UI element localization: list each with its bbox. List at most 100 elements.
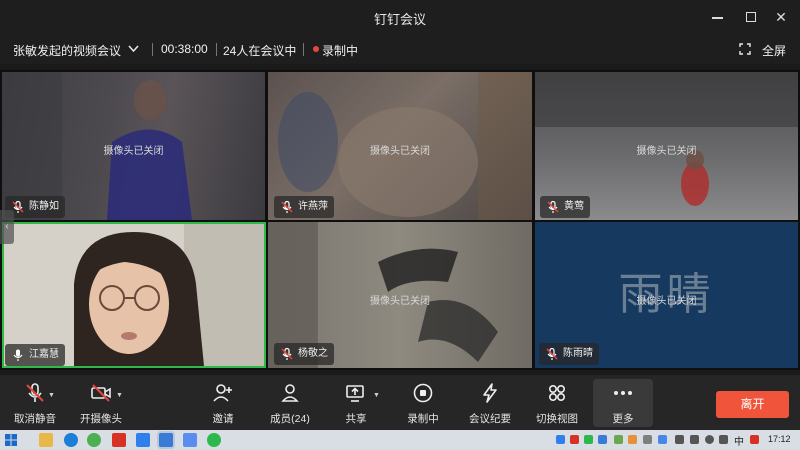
camera-off-label: 摄像头已关闭 xyxy=(636,146,697,157)
minimize-button[interactable] xyxy=(708,7,728,27)
fullscreen-button[interactable]: 全屏 xyxy=(762,42,786,59)
meeting-minutes-button[interactable]: 会议纪要 xyxy=(455,379,525,427)
windows-start-icon[interactable] xyxy=(5,434,17,446)
participant-name-tag: 陈雨晴 xyxy=(539,343,599,365)
camera-off-label: 摄像头已关闭 xyxy=(636,296,697,307)
more-button[interactable]: 更多 xyxy=(593,379,653,427)
more-label: 更多 xyxy=(612,413,634,425)
tray-icon[interactable] xyxy=(556,435,565,444)
mic-muted-icon xyxy=(281,200,293,213)
participant-name: 许燕萍 xyxy=(298,201,328,212)
dingtalk-icon[interactable] xyxy=(159,433,173,447)
recording-label: 录制中 xyxy=(407,413,439,425)
chevron-left-icon: ‹ xyxy=(5,221,9,232)
meeting-timer: 00:38:00 xyxy=(161,42,208,56)
tray-icon[interactable] xyxy=(598,435,607,444)
tray-icon[interactable] xyxy=(584,435,593,444)
input-method-indicator[interactable]: 中 xyxy=(734,433,744,448)
minimize-icon xyxy=(712,17,723,19)
mic-muted-icon xyxy=(26,383,44,402)
meeting-minutes-label: 会议纪要 xyxy=(469,413,511,425)
wifi-icon[interactable] xyxy=(705,435,714,444)
caret-down-icon[interactable]: ▼ xyxy=(48,392,55,399)
window-title: 钉钉会议 xyxy=(373,12,426,27)
volume-icon[interactable] xyxy=(719,435,728,444)
caret-down-icon[interactable]: ▼ xyxy=(373,392,380,399)
chrome-icon[interactable] xyxy=(87,433,101,447)
video-tile[interactable]: 摄像头已关闭 许燕萍 xyxy=(268,72,532,220)
video-tile[interactable]: 摄像头已关闭 陈静如 xyxy=(2,72,265,220)
close-icon: ✕ xyxy=(775,9,787,25)
tray-icon[interactable] xyxy=(675,435,684,444)
meeting-info-bar: 张敏发起的视频会议 00:38:00 24人在会议中 录制中 全屏 xyxy=(0,34,800,64)
video-tile[interactable]: 摄像头已关闭 杨敬之 xyxy=(268,222,532,368)
tray-icon[interactable] xyxy=(658,435,667,444)
recording-dot-icon xyxy=(313,46,319,52)
meeting-toolbar: ▼ 取消静音 ▼ 开摄像头 邀请 成员(24) ▼ 共享 录制中 会议纪要 切换… xyxy=(0,375,800,430)
ie-browser-icon[interactable] xyxy=(64,433,78,447)
participant-name-tag: 杨敬之 xyxy=(274,343,334,365)
screen-share-icon xyxy=(346,385,364,402)
video-tile[interactable]: 雨晴 摄像头已关闭 陈雨晴 xyxy=(535,222,798,368)
mic-muted-icon xyxy=(281,347,293,360)
invite-button[interactable]: 邀请 xyxy=(188,379,258,427)
switch-view-button[interactable]: 切换视图 xyxy=(522,379,592,427)
members-icon xyxy=(281,384,299,402)
camera-off-label: 摄像头已关闭 xyxy=(370,146,430,157)
start-camera-label: 开摄像头 xyxy=(80,413,122,425)
participant-name: 陈雨晴 xyxy=(563,348,593,359)
share-button[interactable]: ▼ 共享 xyxy=(321,379,391,427)
video-grid: 摄像头已关闭 陈静如 摄像头已关闭 许燕萍 摄像头已关闭 黄莺 江嘉慧 摄像头已… xyxy=(0,70,800,370)
grid-view-icon xyxy=(548,384,566,402)
file-explorer-icon[interactable] xyxy=(39,433,53,447)
unmute-button[interactable]: ▼ 取消静音 xyxy=(0,379,70,427)
app-icon[interactable] xyxy=(136,433,150,447)
tray-icon[interactable] xyxy=(643,435,652,444)
more-dots-icon xyxy=(614,391,632,395)
members-label: 成员(24) xyxy=(270,413,310,425)
tray-icon[interactable] xyxy=(570,435,579,444)
participant-name: 江嘉慧 xyxy=(29,349,59,360)
lightning-icon xyxy=(483,383,497,403)
chevron-down-icon[interactable] xyxy=(128,44,139,53)
os-taskbar: 中 17:12 xyxy=(0,430,800,450)
participant-name-tag: 陈静如 xyxy=(5,196,65,218)
close-button[interactable]: ✕ xyxy=(771,7,791,27)
recording-status: 录制中 xyxy=(322,44,359,58)
invite-label: 邀请 xyxy=(212,413,234,425)
divider xyxy=(216,43,217,56)
divider xyxy=(303,43,304,56)
camera-off-icon xyxy=(91,384,111,402)
app-icon[interactable] xyxy=(183,433,197,447)
mic-icon xyxy=(13,349,23,361)
wps-icon[interactable] xyxy=(112,433,126,447)
fullscreen-icon[interactable] xyxy=(739,43,751,55)
share-label: 共享 xyxy=(345,413,367,425)
participant-avatar-text: 雨晴 xyxy=(618,269,715,320)
record-stop-icon xyxy=(413,383,433,403)
tray-icon[interactable] xyxy=(750,435,759,444)
caret-down-icon[interactable]: ▼ xyxy=(116,392,123,399)
members-button[interactable]: 成员(24) xyxy=(255,379,325,427)
participant-name-tag: 许燕萍 xyxy=(274,196,334,218)
divider xyxy=(152,43,153,56)
recording-button[interactable]: 录制中 xyxy=(388,379,458,427)
participant-name: 杨敬之 xyxy=(298,348,328,359)
wechat-icon[interactable] xyxy=(207,433,221,447)
video-tile[interactable]: 摄像头已关闭 黄莺 xyxy=(535,72,798,220)
maximize-button[interactable] xyxy=(741,7,761,27)
meeting-name[interactable]: 张敏发起的视频会议 xyxy=(13,42,121,59)
camera-off-label: 摄像头已关闭 xyxy=(370,296,430,307)
mic-muted-icon xyxy=(547,200,559,213)
tray-icon[interactable] xyxy=(628,435,637,444)
participant-count[interactable]: 24人在会议中 xyxy=(223,42,296,59)
leave-meeting-button[interactable]: 离开 xyxy=(716,391,789,418)
system-clock[interactable]: 17:12 xyxy=(768,434,791,444)
video-tile-active-speaker[interactable]: 江嘉慧 xyxy=(2,222,266,368)
previous-page-button[interactable]: ‹ xyxy=(0,210,14,244)
start-camera-button[interactable]: ▼ 开摄像头 xyxy=(66,379,136,427)
tray-icon[interactable] xyxy=(614,435,623,444)
add-user-icon xyxy=(213,384,232,402)
tray-icon[interactable] xyxy=(690,435,699,444)
participant-name: 黄莺 xyxy=(564,201,584,212)
